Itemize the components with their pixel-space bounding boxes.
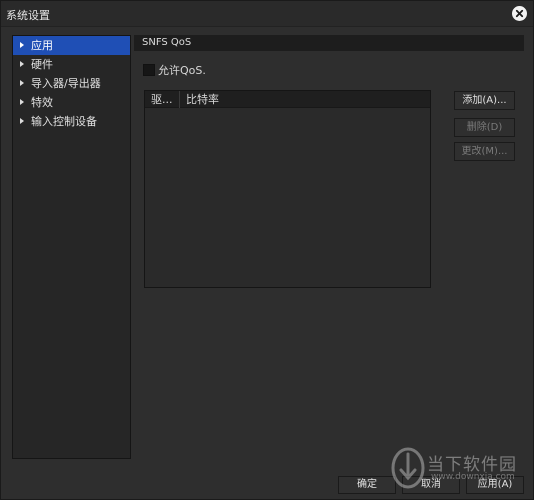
expand-arrow-icon — [20, 61, 24, 67]
table-header: 驱... 比特率 — [145, 91, 430, 108]
column-header-bitrate[interactable]: 比特率 — [180, 91, 430, 108]
cancel-button[interactable]: 取消 — [402, 476, 460, 494]
expand-arrow-icon — [20, 118, 24, 124]
ok-button[interactable]: 确定 — [338, 476, 396, 494]
delete-button[interactable]: 删除(D) — [454, 118, 515, 137]
sidebar-item-label: 输入控制设备 — [31, 115, 97, 128]
column-header-drive[interactable]: 驱... — [145, 91, 180, 108]
modify-button[interactable]: 更改(M)... — [454, 142, 515, 161]
sidebar-item-application[interactable]: 应用 — [13, 36, 130, 55]
sidebar-item-hardware[interactable]: 硬件 — [13, 55, 130, 74]
expand-arrow-icon — [20, 99, 24, 105]
expand-arrow-icon — [20, 80, 24, 86]
allow-qos-row: 允许QoS. — [143, 63, 206, 77]
system-settings-window: 系统设置 应用 硬件 导入器/导出器 特效 输入控制设备 SNFS QoS 允许… — [0, 0, 534, 500]
title-bar: 系统设置 — [1, 1, 533, 27]
settings-sidebar: 应用 硬件 导入器/导出器 特效 输入控制设备 — [12, 35, 131, 459]
window-title: 系统设置 — [6, 9, 50, 22]
sidebar-item-label: 应用 — [31, 39, 53, 52]
add-button[interactable]: 添加(A)... — [454, 91, 515, 110]
sidebar-item-effects[interactable]: 特效 — [13, 93, 130, 112]
watermark-text: 当下软件园 — [427, 455, 517, 475]
apply-button[interactable]: 应用(A) — [466, 476, 524, 494]
close-button[interactable] — [512, 6, 527, 21]
allow-qos-label: 允许QoS. — [158, 64, 206, 77]
allow-qos-checkbox[interactable] — [143, 64, 155, 76]
sidebar-item-label: 硬件 — [31, 58, 53, 71]
section-title: SNFS QoS — [134, 35, 524, 51]
qos-table: 驱... 比特率 — [144, 90, 431, 288]
close-icon — [515, 9, 524, 18]
sidebar-item-label: 导入器/导出器 — [31, 77, 101, 90]
sidebar-item-importer-exporter[interactable]: 导入器/导出器 — [13, 74, 130, 93]
expand-arrow-icon — [20, 42, 24, 48]
sidebar-item-input-control-devices[interactable]: 输入控制设备 — [13, 112, 130, 131]
sidebar-item-label: 特效 — [31, 96, 53, 109]
